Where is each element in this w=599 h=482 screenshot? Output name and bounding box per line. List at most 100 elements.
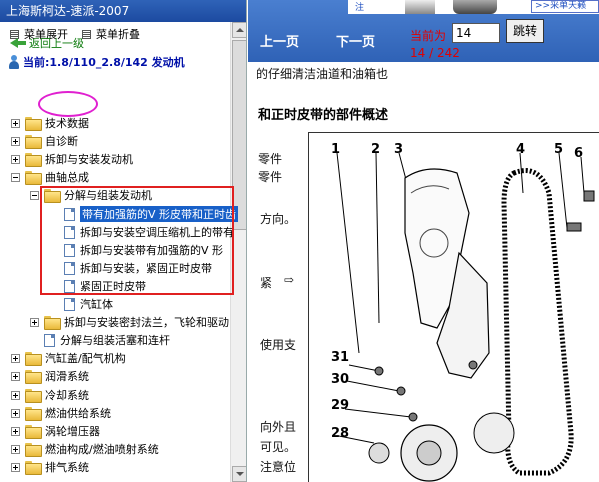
expand-node-icon[interactable]	[11, 371, 20, 381]
callout-label: 30	[331, 372, 350, 387]
tree-folder-item[interactable]: 燃油构成/燃油喷射系统	[11, 440, 159, 458]
tree-item-label: 燃油供给系统	[45, 407, 111, 420]
doc-text-line: 零件	[258, 170, 283, 184]
tree-folder-item[interactable]: 汽缸盖/配气机构	[11, 349, 126, 367]
tree-folder-item[interactable]: 自诊断	[11, 132, 78, 150]
tree-folder-item[interactable]: 曲轴总成	[11, 168, 89, 186]
doc-text-line: 向外且	[260, 420, 297, 434]
tree-item-label: 润滑系统	[45, 370, 89, 383]
callout-label: 3	[394, 142, 404, 157]
folder-icon	[25, 443, 42, 457]
tree-item-label: 燃油构成/燃油喷射系统	[45, 443, 159, 456]
prev-page-button[interactable]: 上一页	[260, 31, 299, 50]
doc-heading: 和正时皮带的部件概述	[258, 108, 389, 123]
expand-node-icon[interactable]	[11, 426, 20, 436]
tree-doc-item[interactable]: 分解与组装活塞和连杆	[30, 331, 170, 349]
banner-image	[405, 0, 435, 14]
current-path-label: 当前:1.8/110_2.8/142 发动机	[23, 56, 185, 69]
doc-text-line: 方向。	[260, 212, 297, 226]
document-icon	[44, 333, 55, 347]
folder-icon	[25, 407, 42, 421]
folder-icon	[25, 352, 42, 366]
scroll-down-button[interactable]	[232, 466, 246, 482]
banner-link[interactable]: >>采单天籁	[531, 0, 599, 13]
top-banner-text: 注	[355, 3, 365, 13]
engine-belt-drawing	[336, 152, 595, 482]
callout-label: 31	[331, 350, 350, 365]
folder-icon	[25, 171, 42, 185]
collapse-all-label: 菜单折叠	[96, 28, 140, 41]
tree-folder-item[interactable]: 燃油供给系统	[11, 404, 111, 422]
folder-icon	[25, 370, 42, 384]
banner-image	[453, 0, 497, 14]
folder-icon	[25, 389, 42, 403]
callout-label: 1	[331, 142, 341, 157]
callout-label: 28	[331, 426, 350, 441]
tree-folder-item[interactable]: 拆卸与安装发动机	[11, 150, 133, 168]
expand-node-icon[interactable]	[11, 118, 20, 128]
expand-node-icon[interactable]	[11, 136, 20, 146]
collapse-node-icon[interactable]	[11, 172, 20, 182]
doc-text-line: 零件	[258, 152, 283, 166]
expand-node-icon[interactable]	[11, 154, 20, 164]
next-page-button[interactable]: 下一页	[336, 31, 375, 50]
tree-item-label: 汽缸体	[80, 298, 113, 311]
arrow-icon: ⇨	[284, 273, 295, 287]
highlight-box	[40, 186, 234, 295]
folder-icon	[44, 316, 61, 330]
tree-folder-item[interactable]: 技术数据	[11, 114, 89, 132]
parts-diagram	[308, 132, 599, 482]
tree-folder-item[interactable]: 涡轮增压器	[11, 422, 100, 440]
tree-folder-item[interactable]: 冷却系统	[11, 386, 89, 404]
tree-folder-item[interactable]: 拆卸与安装密封法兰，飞轮和驱动	[30, 313, 229, 331]
callout-label: 2	[371, 142, 381, 157]
callout-label: 4	[516, 142, 526, 157]
viewer-toolbar: 注 >>采单天籁 上一页 下一页 当前为 跳转 14 / 242	[248, 0, 599, 62]
folder-icon	[25, 425, 42, 439]
tree-item-label: 冷却系统	[45, 389, 89, 402]
collapse-all-button[interactable]: 菜单折叠	[82, 26, 140, 42]
doc-text-line: 的仔细清洁油道和油箱也	[256, 67, 389, 81]
page-number-input[interactable]	[452, 23, 500, 43]
tree-item-label: 分解与组装活塞和连杆	[60, 334, 170, 347]
page-count: 14 / 242	[410, 46, 460, 60]
current-path: 当前:1.8/110_2.8/142 发动机	[8, 53, 185, 71]
tree-folder-item[interactable]: 润滑系统	[11, 367, 89, 385]
tree-item-label: 涡轮增压器	[45, 425, 100, 438]
expand-node-icon[interactable]	[11, 408, 20, 418]
document-viewer: 注 >>采单天籁 上一页 下一页 当前为 跳转 14 / 242 的仔细清洁油道…	[248, 0, 599, 482]
tree-item-label: 汽缸盖/配气机构	[45, 352, 126, 365]
doc-text-line: 注意位	[260, 460, 297, 474]
user-icon	[8, 55, 20, 69]
tree-item-label: 拆卸与安装密封法兰，飞轮和驱动	[64, 316, 229, 329]
expand-node-icon[interactable]	[11, 390, 20, 400]
doc-text-line: 紧	[260, 276, 273, 290]
tree-doc-item[interactable]: 汽缸体	[48, 295, 113, 313]
tree-folder-item[interactable]: 排气系统	[11, 458, 89, 476]
panel-title: 上海斯柯达-速派-2007	[0, 0, 246, 22]
tree-item-label: 排气系统	[45, 461, 89, 474]
folder-icon	[25, 117, 42, 131]
folder-icon	[25, 461, 42, 475]
tree-item-label: 自诊断	[45, 135, 78, 148]
scroll-thumb[interactable]	[232, 40, 246, 230]
expand-node-icon[interactable]	[30, 317, 39, 327]
go-button[interactable]: 跳转	[506, 19, 544, 43]
tree-item-label: 技术数据	[45, 117, 89, 130]
folder-icon	[25, 135, 42, 149]
expand-node-icon[interactable]	[11, 353, 20, 363]
expand-node-icon[interactable]	[11, 462, 20, 472]
expand-node-icon[interactable]	[11, 444, 20, 454]
tree-item-label: 曲轴总成	[45, 171, 89, 184]
collapse-node-icon[interactable]	[30, 190, 39, 200]
current-page-label: 当前为	[410, 29, 447, 43]
callout-label: 29	[331, 398, 350, 413]
callout-label: 5	[554, 142, 564, 157]
folder-icon	[25, 153, 42, 167]
tree-item-label: 拆卸与安装发动机	[45, 153, 133, 166]
document-page: 的仔细清洁油道和油箱也 和正时皮带的部件概述 零件 零件 方向。 紧 ⇨ 使用支…	[248, 62, 599, 482]
document-icon	[64, 297, 75, 311]
doc-text-line: 可见。	[260, 440, 297, 454]
doc-text-line: 使用支	[260, 338, 297, 352]
scroll-up-button[interactable]	[232, 22, 246, 38]
